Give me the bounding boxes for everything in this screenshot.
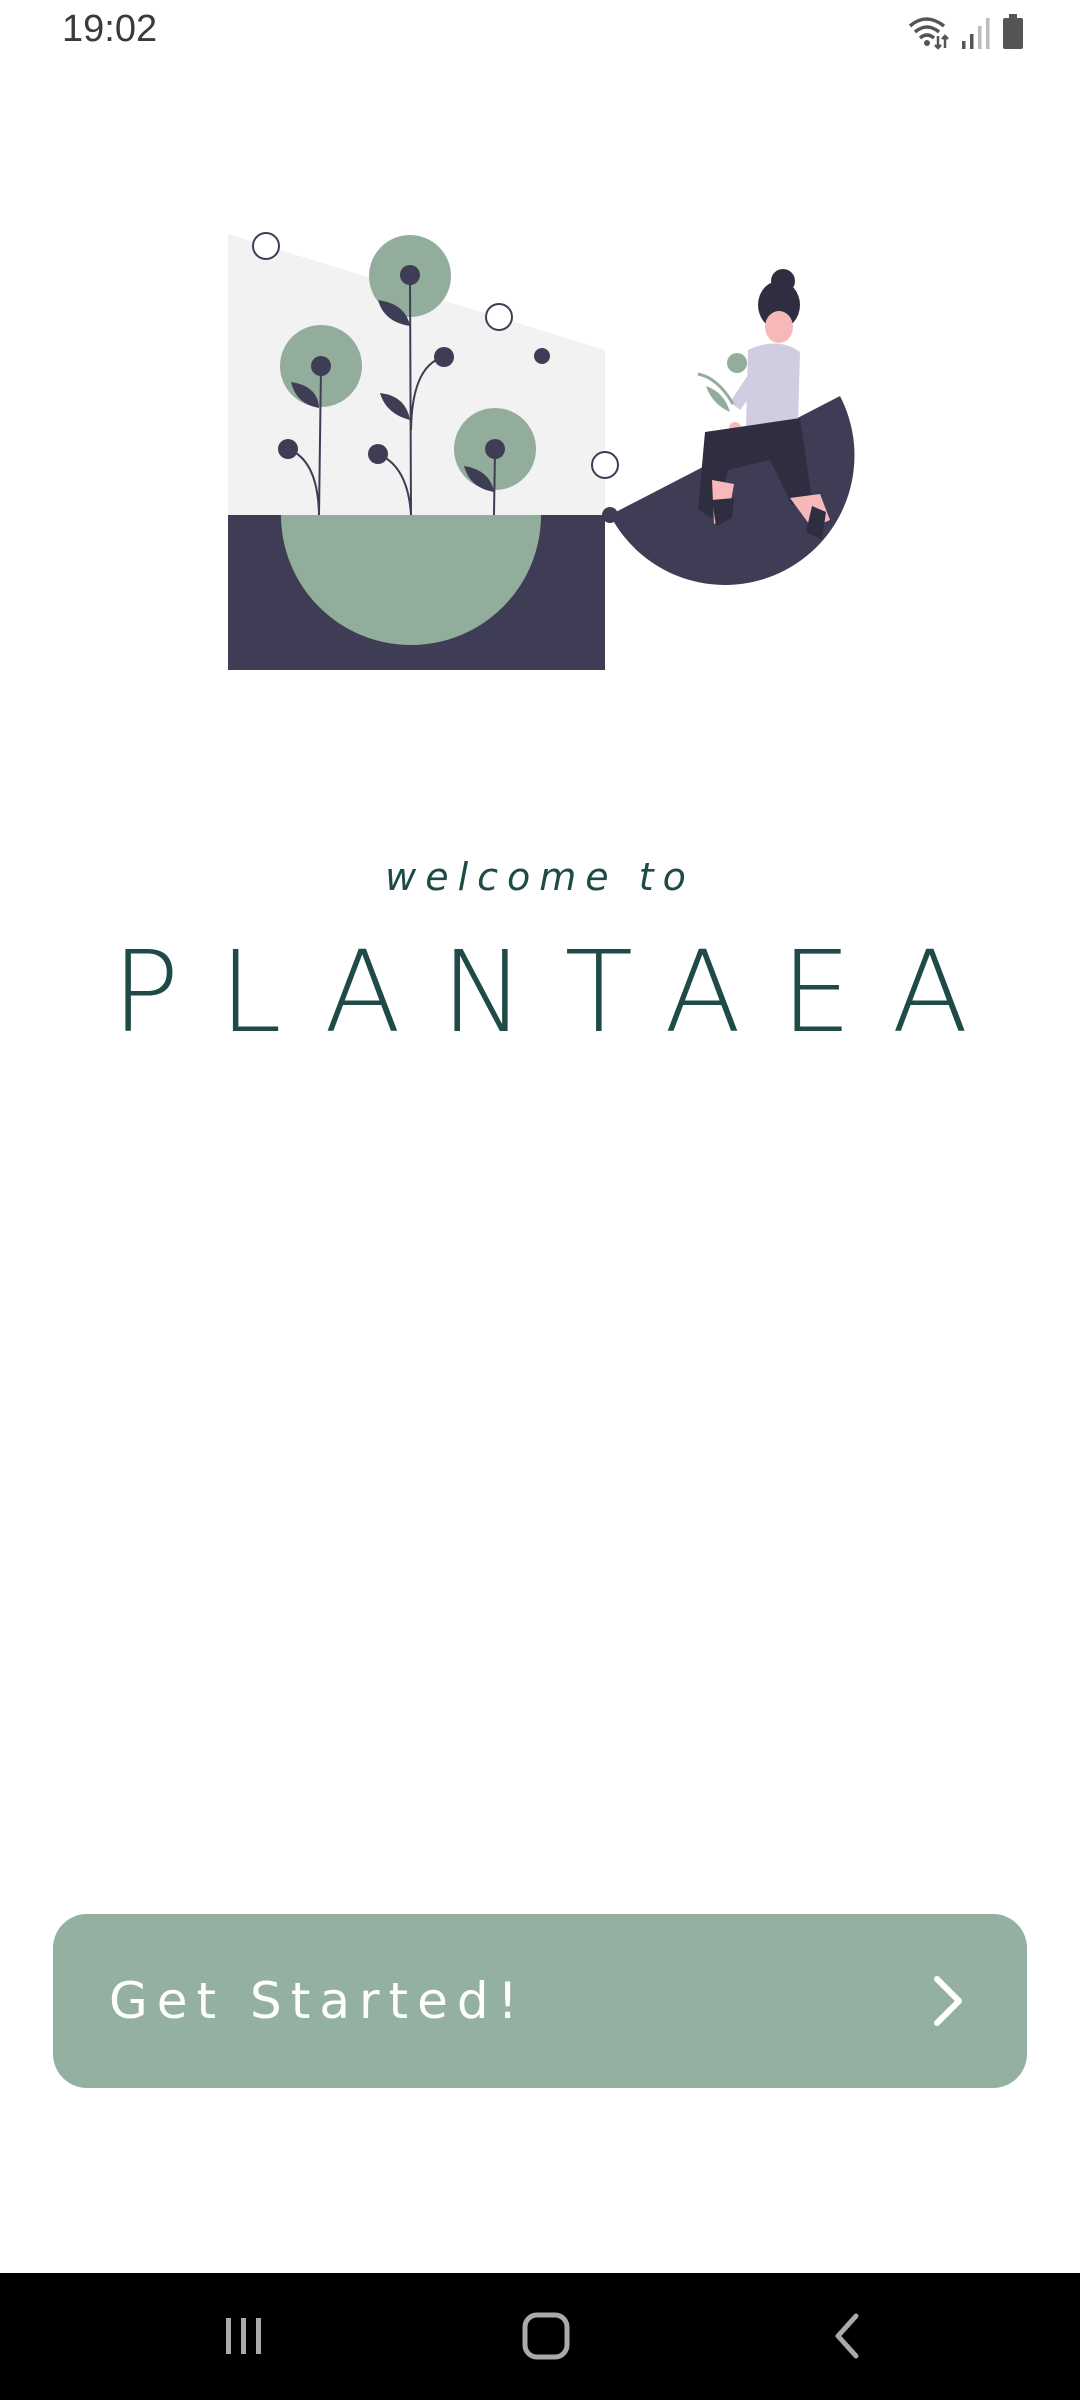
status-icons (906, 12, 1024, 52)
app-title: PLANTAEA (111, 928, 1009, 1058)
status-bar: 19:02 (0, 0, 1080, 66)
get-started-label: Get Started! (109, 1972, 527, 2030)
wifi-icon (908, 17, 949, 50)
welcome-screen: 19:02 welcome to PLANTAEA Get Started! (0, 0, 1080, 2400)
back-button[interactable] (808, 2303, 888, 2369)
recent-apps-button[interactable] (204, 2303, 284, 2369)
back-icon (835, 2313, 859, 2359)
signal-icon (962, 18, 990, 49)
plant-woman-illustration (228, 232, 855, 670)
welcome-subtitle: welcome to (385, 855, 695, 899)
chevron-right-icon (934, 1976, 962, 2026)
battery-icon (1003, 14, 1023, 49)
status-time: 19:02 (62, 8, 158, 50)
home-button[interactable] (506, 2303, 586, 2369)
recent-apps-icon (226, 2318, 261, 2354)
get-started-button[interactable]: Get Started! (53, 1914, 1027, 2088)
home-icon (522, 2312, 570, 2360)
navigation-bar (0, 2273, 1080, 2400)
